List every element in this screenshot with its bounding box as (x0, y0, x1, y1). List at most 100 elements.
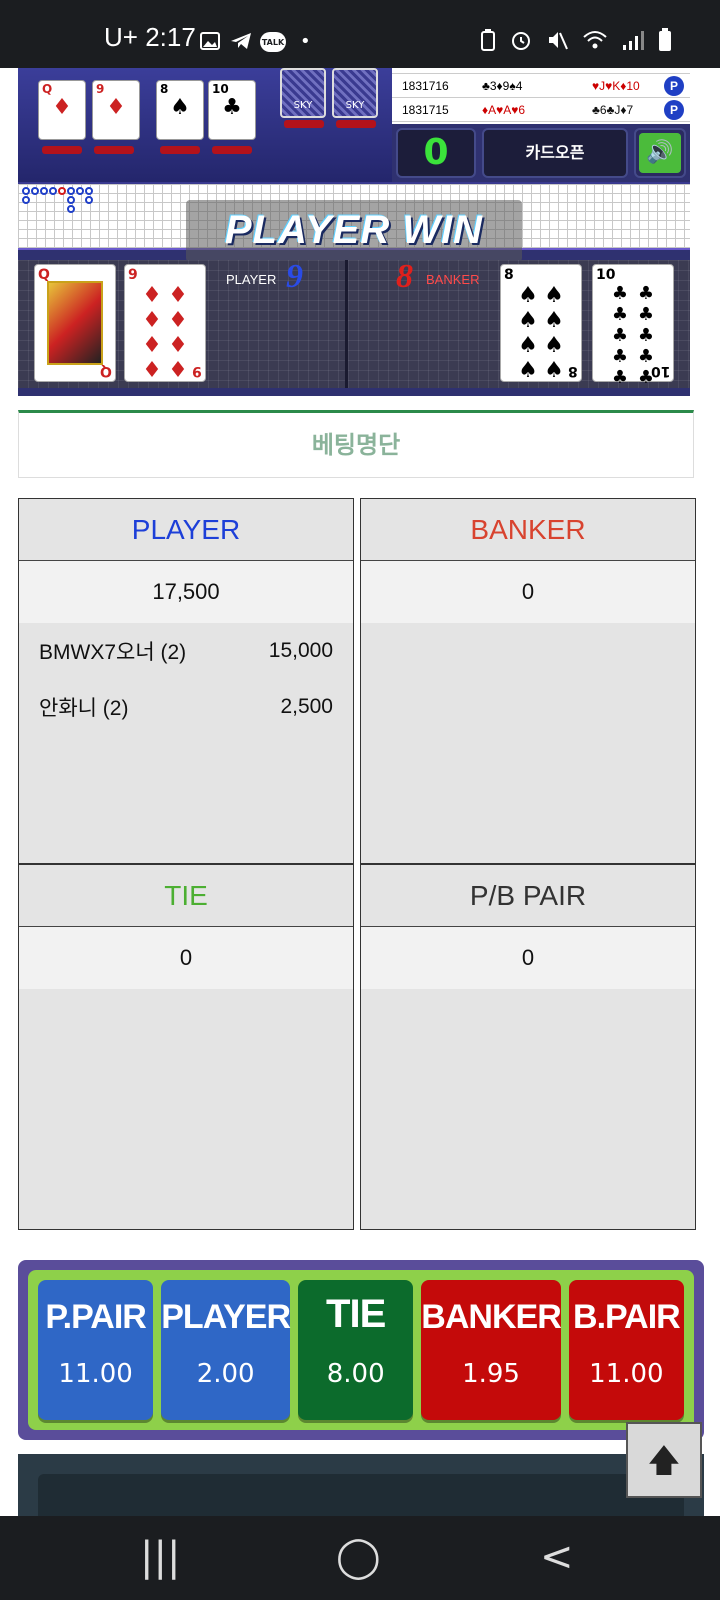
recent-apps-button[interactable]: ||| (140, 1534, 180, 1580)
player-card-2: 9 ♦ ♦ ♦ ♦ ♦ ♦ ♦ ♦ 9 (124, 264, 206, 383)
talk-icon: TALK (260, 32, 286, 52)
win-banner: PLAYER WIN (186, 200, 522, 262)
previous-cards: Q ♦ 9 ♦ 8 ♠ 10 ♣ SKY SKY (18, 68, 392, 186)
banker-card-1: 8 ♠ ♠ ♠ ♠ ♠ ♠ ♠ ♠ 8 (500, 264, 582, 383)
arrow-up-icon: 🡅 (647, 1441, 681, 1479)
player-bet-button[interactable]: PLAYER 2.00 (161, 1280, 291, 1420)
dot-icon: • (300, 30, 311, 52)
banker-score: 8 (396, 258, 413, 295)
mini-card: Q ♦ (38, 80, 86, 140)
bet-name: B.PAIR (573, 1298, 681, 1336)
game-screen: Q ♦ 9 ♦ 8 ♠ 10 ♣ SKY SKY 1831716 ♣3♦9♠4 ♥J♥K… (18, 68, 690, 396)
bet-list-title: 베팅명단 (18, 410, 694, 478)
card-back: SKY (280, 68, 326, 118)
ppair-bet-button[interactable]: P.PAIR 11.00 (38, 1280, 154, 1420)
bet-name: BANKER (421, 1298, 561, 1336)
bet-amount: 15,000 (268, 639, 333, 662)
card-open-button[interactable]: 카드오픈 (482, 128, 628, 178)
mini-card-rank: 9 (96, 82, 105, 96)
carrier-label: U+ (104, 22, 138, 52)
bet-amount: 2,500 (280, 695, 333, 718)
player-bets-panel: PLAYER 17,500 BMWX7오너 (2) 15,000 안화니 (2)… (18, 498, 354, 864)
player-cards-text: ♦A♥A♥6 (482, 102, 526, 117)
result-history: 1831716 ♣3♦9♠4 ♥J♥K♦10 P 1831715 ♦A♥A♥6 … (392, 68, 690, 124)
mini-card-suit: ♦ (106, 95, 126, 120)
mini-card: 10 ♣ (208, 80, 256, 140)
tie-bet-button[interactable]: TIE 8.00 (298, 1280, 414, 1420)
home-button[interactable]: ◯ (336, 1534, 381, 1580)
bet-entry: 안화니 (2) 2,500 (19, 679, 353, 735)
panel-title: TIE (19, 865, 353, 927)
bet-odds: 11.00 (589, 1359, 664, 1389)
bet-odds: 11.00 (58, 1359, 133, 1389)
card-table: Q Q 9 ♦ ♦ ♦ ♦ ♦ ♦ ♦ ♦ 9 PLAYER 9 8 BANKER 8 ♠ ♠ ♠… (18, 258, 690, 388)
banker-card-2: 10 ♣ ♣ ♣ ♣ ♣ ♣ ♣ ♣ ♣ ♣ 10 (592, 264, 674, 388)
control-row: 0 카드오픈 🔊 (392, 124, 690, 182)
banker-cards-text: ♣6♣J♦7 (592, 102, 634, 117)
bet-odds: 8.00 (326, 1359, 385, 1389)
mini-card: 8 ♠ (156, 80, 204, 140)
bettor-name: BMWX7오너 (2) (39, 641, 187, 664)
wifi-icon (583, 31, 607, 49)
bet-entry: BMWX7오너 (2) 15,000 (19, 623, 353, 679)
card-slot-marker (94, 146, 134, 154)
status-right-icons (480, 28, 672, 52)
battery-saver-icon (481, 29, 495, 51)
bet-button-bar: P.PAIR 11.00 PLAYER 2.00 TIE 8.00 BANKER… (18, 1260, 704, 1440)
round-counter: 0 (396, 128, 476, 178)
bet-name: TIE (326, 1292, 386, 1336)
banker-bet-button[interactable]: BANKER 1.95 (421, 1280, 562, 1420)
back-button[interactable]: < (540, 1534, 574, 1580)
card-rank: 8 (568, 363, 578, 379)
scroll-top-button[interactable]: 🡅 (626, 1422, 702, 1498)
card-slot-marker (160, 146, 200, 154)
card-slot-marker (212, 146, 252, 154)
gallery-icon (200, 30, 220, 52)
panel-title: P/B PAIR (361, 865, 695, 927)
mini-card-suit: ♠ (170, 95, 190, 120)
panel-total: 17,500 (19, 561, 353, 623)
bet-name: PLAYER (161, 1298, 291, 1336)
history-row: 1831715 ♦A♥A♥6 ♣6♣J♦7 P (392, 98, 690, 122)
card-back: SKY (332, 68, 378, 118)
panel-title: BANKER (361, 499, 695, 561)
bpair-bet-button[interactable]: B.PAIR 11.00 (568, 1280, 684, 1420)
system-nav-bar: ||| ◯ < (0, 1516, 720, 1600)
result-badge: P (664, 100, 684, 120)
battery-icon (659, 28, 671, 51)
player-cards-text: ♣3♦9♠4 (482, 78, 523, 93)
mini-card-rank: 8 (160, 82, 169, 96)
banker-cards-text: ♥J♥K♦10 (592, 78, 640, 93)
card-rank: 10 (650, 363, 670, 379)
clock: 2:17 (145, 22, 196, 52)
panel-total: 0 (361, 561, 695, 623)
card-rank: Q (100, 363, 112, 379)
mini-card-suit: ♣ (222, 95, 242, 120)
round-id: 1831715 (402, 102, 449, 117)
card-slot-marker (284, 120, 324, 128)
player-score: 9 (286, 258, 303, 295)
speaker-icon: 🔊 (639, 133, 681, 173)
card-slot-marker (336, 120, 376, 128)
panel-title: PLAYER (19, 499, 353, 561)
mini-card: 9 ♦ (92, 80, 140, 140)
card-rank: 10 (596, 267, 616, 283)
result-badge: P (664, 76, 684, 96)
card-slot-marker (42, 146, 82, 154)
mini-card-suit: ♦ (52, 95, 72, 120)
player-label: PLAYER (226, 272, 277, 287)
bettor-name: 안화니 (2) (39, 697, 129, 720)
pair-bets-panel: P/B PAIR 0 (360, 864, 696, 1230)
bet-odds: 1.95 (462, 1359, 520, 1389)
player-card-1: Q Q (34, 264, 116, 382)
panel-total: 0 (19, 927, 353, 989)
panel-total: 0 (361, 927, 695, 989)
status-bar: U+ 2:17 TALK • (0, 0, 720, 68)
banker-label: BANKER (426, 272, 480, 287)
card-rank: 9 (192, 363, 202, 379)
mini-card-rank: Q (42, 82, 53, 96)
card-rank: 8 (504, 267, 514, 283)
sound-toggle-button[interactable]: 🔊 (634, 128, 686, 178)
mute-icon (549, 32, 568, 50)
bet-name: P.PAIR (45, 1298, 146, 1336)
